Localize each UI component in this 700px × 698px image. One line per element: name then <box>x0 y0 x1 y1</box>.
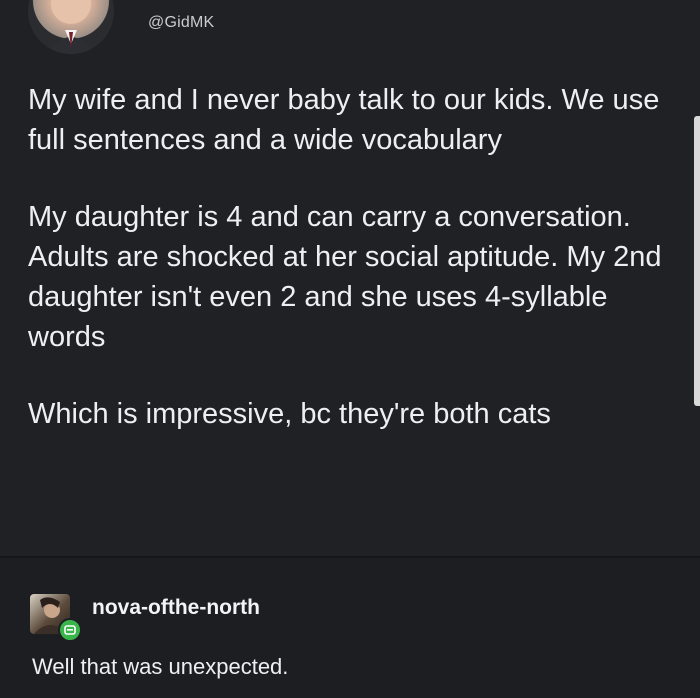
tweet-paragraph: My wife and I never baby talk to our kid… <box>28 84 660 156</box>
follow-badge-icon[interactable] <box>58 618 82 642</box>
person-icon <box>46 0 96 54</box>
tweet-handle[interactable]: @GidMK <box>148 14 214 32</box>
scrollbar[interactable] <box>694 116 700 406</box>
tweet-paragraph: My daughter is 4 and can carry a convers… <box>28 201 662 353</box>
tweet-paragraph: Which is impressive, bc they're both cat… <box>28 398 551 430</box>
plus-icon <box>64 625 76 635</box>
reply-text: Well that was unexpected. <box>32 654 289 679</box>
reply-username[interactable]: nova-ofthe-north <box>92 596 260 620</box>
profile-avatar[interactable] <box>28 0 114 54</box>
reply-post: nova-ofthe-north Well that was unexpecte… <box>0 558 700 698</box>
tweet-card: @GidMK My wife and I never baby talk to … <box>0 0 700 556</box>
tweet-text: My wife and I never baby talk to our kid… <box>28 80 678 471</box>
